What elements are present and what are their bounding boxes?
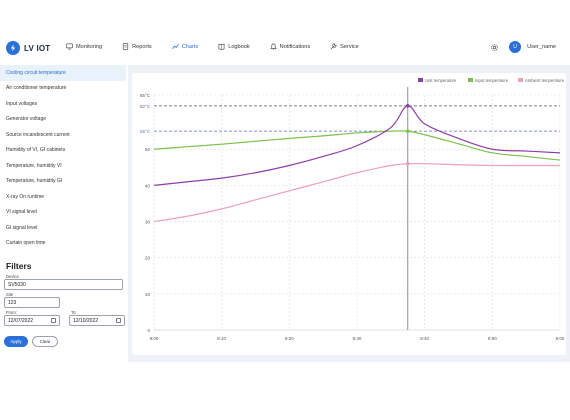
- user-area: U User_name: [490, 41, 556, 53]
- clear-button[interactable]: Clear: [32, 336, 58, 347]
- x-tick-label: 8:10: [217, 336, 226, 341]
- sidebar-item[interactable]: Temperature, humidity GI: [0, 174, 126, 190]
- nav-label: Reports: [132, 43, 152, 50]
- cursor-point: [405, 104, 410, 108]
- nav-reports[interactable]: Reports: [122, 43, 152, 50]
- filters-panel: Filters Device SV5030 Site 123 From: 12/…: [4, 261, 125, 347]
- y-tick-label: 50: [145, 147, 151, 152]
- sidebar-item[interactable]: Cooling circuit temperature: [0, 65, 126, 81]
- nav-label: Charts: [181, 43, 199, 50]
- sidebar-item[interactable]: Humidity of VI, GI cabinets: [0, 143, 126, 159]
- book-icon: [218, 43, 225, 50]
- y-tick-label: 0: [147, 328, 150, 333]
- sidebar-item[interactable]: Curtain open time: [0, 236, 126, 252]
- chart-panel: 0 10 20 30 40 50 65°C 8:00 8:10 8:20 8:30 8:40 8:50 9…: [128, 65, 570, 362]
- to-date-value: 12/10/2022: [73, 317, 99, 324]
- reports-icon: [122, 43, 129, 50]
- sidebar-item[interactable]: Air conditioner temperature: [0, 81, 126, 97]
- nav-label: Notifications: [279, 43, 311, 50]
- app-logo[interactable]: LV IOT: [6, 41, 50, 55]
- user-name[interactable]: User_name: [527, 44, 556, 50]
- apply-button[interactable]: Apply: [4, 336, 28, 347]
- legend-label: Input temperature: [475, 78, 509, 83]
- main-nav: Monitoring Reports Charts Logbook Notifi…: [66, 43, 379, 50]
- from-date-field[interactable]: 12/07/2022: [4, 315, 60, 326]
- temperature-chart[interactable]: 0 10 20 30 40 50 65°C 8:00 8:10 8:20 8:30 8:40 8:50 9…: [132, 73, 566, 355]
- filter-actions: Apply Clear: [4, 336, 124, 347]
- legend-label: Ambient temperature: [525, 78, 565, 83]
- nav-notifications[interactable]: Notifications: [269, 43, 311, 50]
- chart-card: 0 10 20 30 40 50 65°C 8:00 8:10 8:20 8:30 8:40 8:50 9…: [132, 73, 566, 355]
- nav-monitoring[interactable]: Monitoring: [66, 43, 102, 50]
- monitoring-icon: [66, 43, 73, 50]
- legend-swatch: [518, 78, 523, 82]
- avatar[interactable]: U: [509, 41, 522, 53]
- nav-label: Monitoring: [76, 43, 103, 50]
- calendar-icon[interactable]: [116, 318, 121, 323]
- y-tick-label: 10: [145, 292, 151, 297]
- gear-icon[interactable]: [490, 43, 499, 52]
- sidebar-item[interactable]: VI signal level: [0, 205, 126, 221]
- threshold-label: 62°C: [140, 104, 151, 109]
- sidebar-item[interactable]: Input voltages: [0, 96, 126, 112]
- from-date-value: 12/07/2022: [8, 317, 34, 324]
- cursor-point: [405, 129, 410, 133]
- filters-title: Filters: [6, 261, 32, 271]
- sidebar-item[interactable]: Source incandescent current: [0, 127, 126, 143]
- nav-label: Logbook: [228, 43, 250, 50]
- y-tick-label: 65°C: [140, 93, 151, 98]
- sidebar-item[interactable]: X-ray On runtime: [0, 189, 126, 205]
- app-name: LV IOT: [24, 43, 51, 53]
- sidebar-item[interactable]: GI signal level: [0, 220, 126, 236]
- x-tick-label: 8:00: [150, 336, 159, 341]
- date-range: From: 12/07/2022 To: 12/10/2022: [4, 308, 125, 326]
- legend-swatch: [468, 78, 473, 82]
- metric-list: Cooling circuit temperature Air condition…: [0, 65, 126, 251]
- site-field[interactable]: 123: [4, 297, 60, 308]
- to-date-field[interactable]: 12/10/2022: [69, 315, 125, 326]
- legend-swatch: [418, 78, 423, 82]
- nav-service[interactable]: Service: [330, 43, 359, 50]
- sidebar: Cooling circuit temperature Air condition…: [0, 65, 126, 370]
- sidebar-item[interactable]: Temperature, humidity VI: [0, 158, 126, 174]
- wrench-icon: [330, 43, 337, 50]
- cursor-point: [405, 161, 410, 166]
- lightning-icon: [6, 41, 20, 55]
- sidebar-item[interactable]: Generator voltage: [0, 112, 126, 128]
- y-tick-label: 40: [145, 183, 151, 188]
- nav-label: Service: [340, 43, 359, 50]
- x-tick-label: 9:00: [556, 336, 565, 341]
- x-tick-label: 8:30: [353, 336, 362, 341]
- device-field[interactable]: SV5030: [4, 279, 123, 290]
- x-tick-label: 8:40: [420, 336, 429, 341]
- legend-label: Unit temperature: [425, 78, 457, 83]
- top-bar: LV IOT Monitoring Reports Charts Logbook…: [0, 36, 570, 62]
- bell-icon: [269, 43, 277, 50]
- series-line-0[interactable]: [153, 105, 561, 186]
- x-tick-label: 8:50: [488, 336, 497, 341]
- threshold-label: 55°C: [140, 129, 151, 134]
- y-tick-label: 30: [145, 220, 151, 225]
- nav-logbook[interactable]: Logbook: [218, 43, 250, 50]
- charts-icon: [171, 44, 179, 49]
- y-tick-label: 20: [145, 256, 151, 261]
- x-tick-label: 8:20: [285, 336, 294, 341]
- nav-charts[interactable]: Charts: [171, 43, 199, 50]
- calendar-icon[interactable]: [51, 318, 56, 323]
